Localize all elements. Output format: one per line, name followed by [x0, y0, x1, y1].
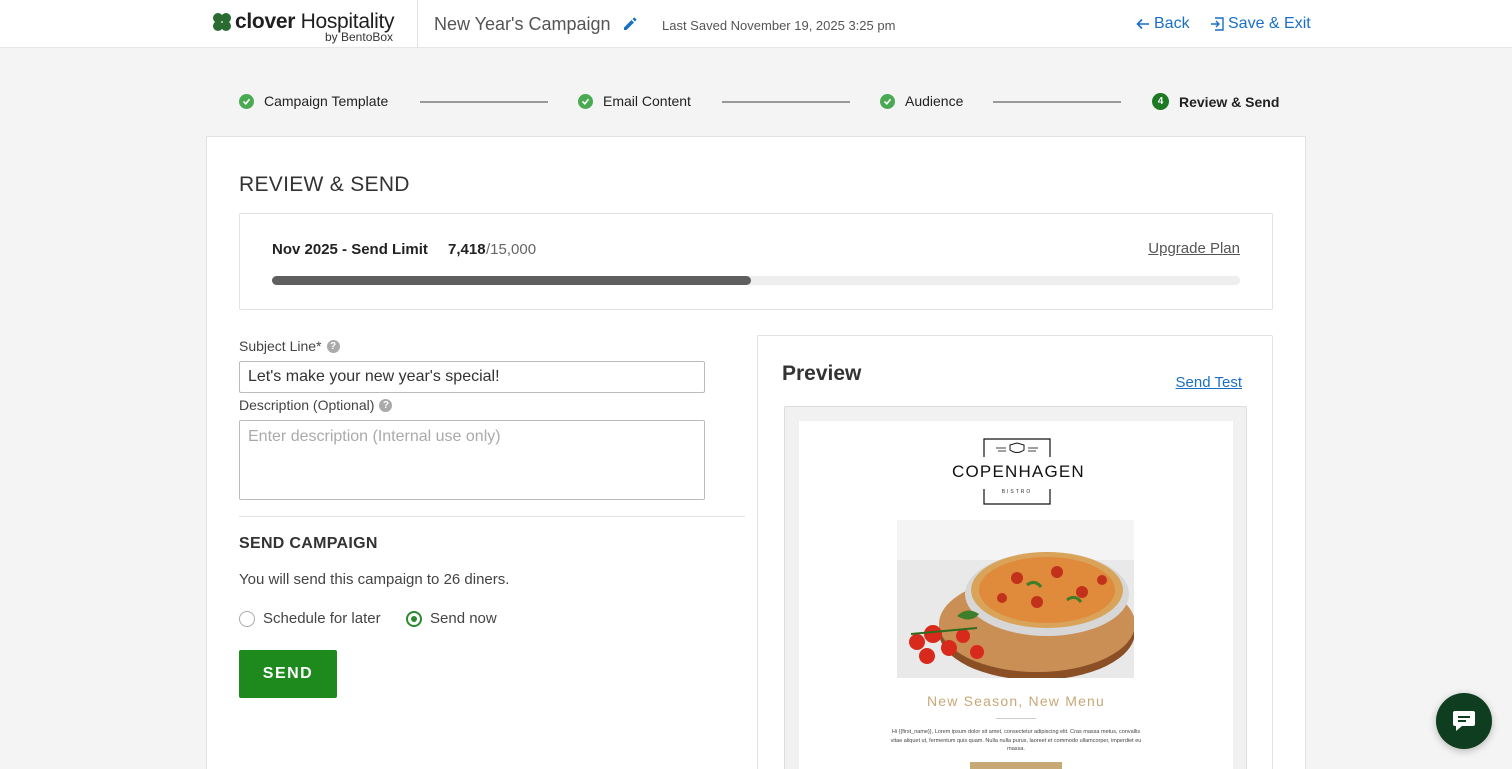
help-icon[interactable]: ?: [326, 339, 340, 353]
clover-logo[interactable]: clover Hospitality by BentoBox: [211, 9, 401, 44]
brand-sub: by BentoBox: [325, 30, 394, 44]
restaurant-name: COPENHAGEN: [952, 462, 1085, 481]
help-icon[interactable]: ?: [379, 398, 393, 412]
step-number-badge: 4: [1152, 93, 1169, 110]
schedule-later-label: Schedule for later: [263, 610, 381, 627]
preview-panel: Preview Send Test COPENHAGEN BISTRO New …: [757, 335, 1273, 769]
send-now-option[interactable]: Send now: [406, 610, 497, 627]
send-test-link[interactable]: Send Test: [1176, 374, 1242, 391]
headline-divider: [996, 718, 1036, 719]
send-button[interactable]: SEND: [239, 650, 337, 698]
campaign-title: New Year's Campaign: [434, 14, 611, 34]
step-connector: [722, 101, 850, 103]
back-button[interactable]: Back: [1136, 15, 1190, 33]
step-audience[interactable]: Audience: [880, 93, 963, 109]
clover-leaf-icon: [213, 13, 231, 31]
page-title: REVIEW & SEND: [239, 173, 410, 196]
email-cta-button: [970, 762, 1062, 769]
email-preview-frame[interactable]: COPENHAGEN BISTRO New Season, New Menu H…: [784, 406, 1247, 769]
check-circle-icon: [880, 93, 895, 109]
email-preview: COPENHAGEN BISTRO New Season, New Menu H…: [799, 421, 1233, 769]
check-circle-icon: [578, 93, 593, 109]
review-send-card: REVIEW & SEND Nov 2025 - Send Limit 7,41…: [206, 136, 1306, 769]
save-exit-label: Save & Exit: [1228, 15, 1311, 32]
send-limit-used: 7,418: [448, 241, 486, 258]
description-label-text: Description (Optional): [239, 397, 375, 413]
step-label: Audience: [905, 93, 964, 109]
email-body-text: Hi {{first_name}}, Lorem ipsum dolor sit…: [890, 729, 1142, 752]
step-review-send[interactable]: 4 Review & Send: [1152, 93, 1279, 110]
last-saved-text: Last Saved November 19, 2025 3:25 pm: [662, 18, 896, 33]
top-bar: clover Hospitality by BentoBox New Year'…: [0, 0, 1512, 48]
restaurant-sub: BISTRO: [1001, 489, 1033, 495]
back-label: Back: [1154, 15, 1190, 32]
description-input[interactable]: [239, 420, 705, 500]
email-headline: New Season, New Menu: [926, 693, 1106, 709]
section-divider: [239, 516, 745, 517]
send-limit-total: /15,000: [486, 241, 537, 258]
step-email-content[interactable]: Email Content: [578, 93, 691, 109]
upgrade-plan-link[interactable]: Upgrade Plan: [1148, 240, 1240, 257]
check-circle-icon: [239, 93, 254, 109]
preview-title: Preview: [782, 362, 862, 385]
step-connector: [993, 101, 1121, 103]
subject-label: Subject Line* ?: [239, 338, 340, 354]
step-label: Campaign Template: [264, 93, 389, 109]
send-campaign-info: You will send this campaign to 26 diners…: [239, 571, 510, 588]
send-limit-panel: Nov 2025 - Send Limit 7,418 /15,000 Upgr…: [239, 213, 1273, 310]
exit-icon: [1211, 17, 1224, 31]
header-divider: [417, 0, 418, 48]
step-label: Email Content: [603, 93, 691, 109]
pizza-image: [897, 520, 1134, 678]
step-label: Review & Send: [1179, 93, 1280, 110]
chat-button[interactable]: [1436, 693, 1492, 749]
chat-bubble-icon: [1453, 711, 1475, 731]
step-campaign-template[interactable]: Campaign Template: [239, 93, 388, 109]
save-exit-button[interactable]: Save & Exit: [1210, 15, 1311, 33]
subject-input[interactable]: [239, 361, 705, 393]
restaurant-logo: COPENHAGEN BISTRO: [952, 437, 1085, 509]
send-limit-progress-fill: [272, 276, 751, 285]
send-campaign-title: SEND CAMPAIGN: [239, 535, 378, 552]
schedule-later-option[interactable]: Schedule for later: [239, 610, 381, 627]
send-now-label: Send now: [430, 610, 497, 627]
send-limit-label: Nov 2025 - Send Limit: [272, 241, 428, 258]
arrow-left-icon: [1136, 18, 1149, 30]
radio-checked[interactable]: [406, 610, 422, 627]
step-connector: [420, 101, 548, 103]
radio-unchecked[interactable]: [239, 610, 255, 627]
send-limit-progress: [272, 276, 1240, 285]
description-label: Description (Optional) ?: [239, 397, 393, 413]
pencil-icon[interactable]: [622, 16, 638, 32]
subject-label-text: Subject Line*: [239, 338, 322, 354]
